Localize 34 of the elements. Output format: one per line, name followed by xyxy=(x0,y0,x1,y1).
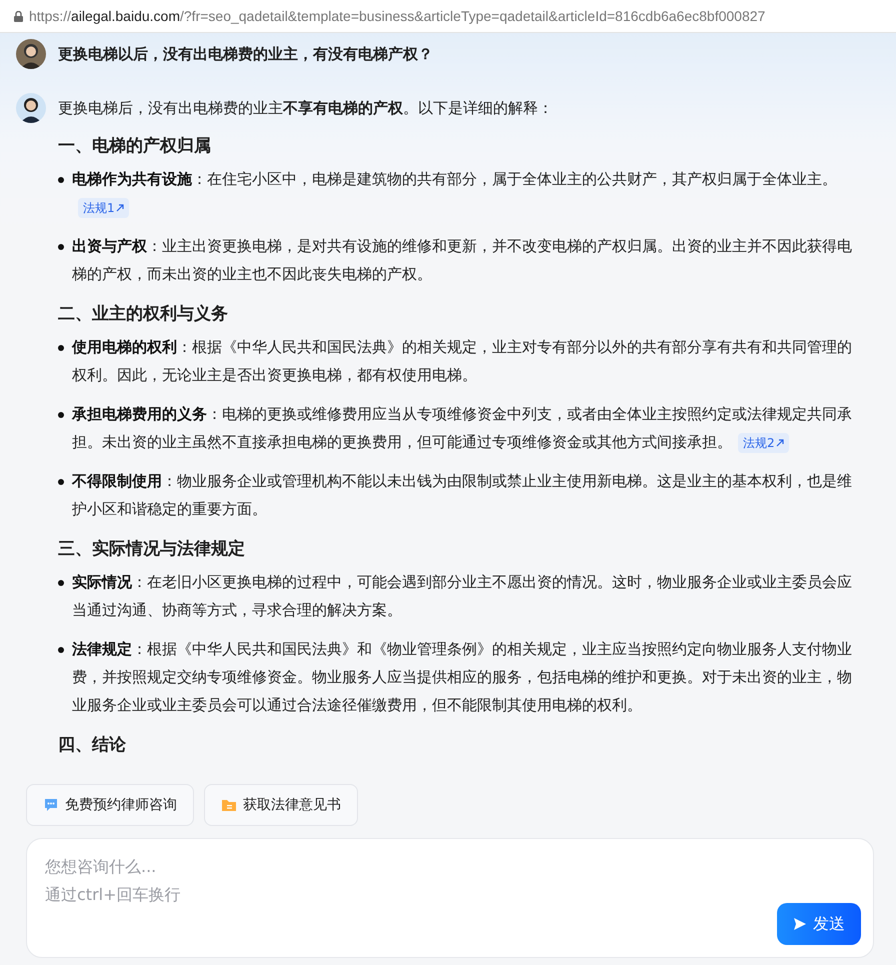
bullet-text: 电梯作为共有设施：在住宅小区中，电梯是建筑物的共有部分，属于全体业主的公共财产，其产权归属于全体业主。 法规1 xyxy=(72,165,866,221)
external-link-icon xyxy=(776,438,784,447)
send-button[interactable]: 发送 xyxy=(777,903,861,945)
user-avatar xyxy=(16,39,46,69)
bullet-text: 使用电梯的权利：根据《中华人民共和国民法典》的相关规定，业主对专有部分以外的共有部分享有共有和共同管理的权利。因此，无论业主是否出资更换电梯，都有权使用电梯。 xyxy=(72,337,853,386)
bullet-text: 承担电梯费用的义务：电梯的更换或维修费用应当从专项维修资金中列支，或者由全体业主按照约定或法律规定共同承担。未出资的业主虽然不直接承担电梯的更换费用，但可能通过专项维修资金或其他方式间接承担。 法规2 xyxy=(72,404,853,455)
bullet-text: 法律规定：根据《中华人民共和国民法典》和《物业管理条例》的相关规定，业主应当按照约定向物业服务人支付物业费，并按照规定交纳专项维修资金。物业服务人应当提供相应的服务，包括电梯的维护和更换。对于未出资的业主，物业服务企业或业主委员会可以通过合法途径催缴费用，但不能限制其使用电梯的权利。 xyxy=(72,639,853,716)
law-link[interactable]: 法规1 xyxy=(78,198,129,218)
opinion-button[interactable]: 获取法律意见书 xyxy=(204,784,358,826)
bullet-text: 出资与产权：业主出资更换电梯，是对共有设施的维修和更新，并不改变电梯的产权归属。出资的业主并不因此获得电梯的产权，而未出资的业主也不因此丧失电梯的产权。 xyxy=(72,236,853,285)
external-link-icon xyxy=(116,204,124,212)
bullet-text: 实际情况：在老旧小区更换电梯的过程中，可能会遇到部分业主不愿出资的情况。这时，物业服务企业或业主委员会应当通过沟通、协商等方式，寻求合理的解决方案。 xyxy=(72,572,853,621)
section-heading: 二、业主的权利与义务 xyxy=(58,303,229,326)
section-heading: 一、电梯的产权归属 xyxy=(58,135,212,158)
folder-icon xyxy=(221,797,237,813)
lock-icon xyxy=(14,10,23,22)
question-input[interactable]: 您想咨询什么... 通过ctrl+回车换行 发送 xyxy=(26,838,874,958)
send-icon xyxy=(793,917,807,931)
law-link[interactable]: 法规2 xyxy=(738,432,789,453)
bullet-text: 不得限制使用：物业服务企业或管理机构不能以未出钱为由限制或禁止业主使用新电梯。这是业主的基本权利，也是维护小区和谐稳定的重要方面。 xyxy=(72,471,853,520)
section-heading: 四、结论 xyxy=(58,734,127,757)
bullet-icon xyxy=(58,177,64,183)
bullet-icon xyxy=(58,580,64,586)
answer-intro: 更换电梯后，没有出电梯费的业主不享有电梯的产权。以下是详细的解释： xyxy=(58,98,554,119)
consult-button[interactable]: 免费预约律师咨询 xyxy=(26,784,194,826)
bullet-icon xyxy=(58,479,64,485)
bullet-icon xyxy=(58,244,64,250)
bullet-icon xyxy=(58,647,64,653)
question-text: 更换电梯以后，没有出电梯费的业主，有没有电梯产权？ xyxy=(58,44,433,65)
bullet-icon xyxy=(58,412,64,418)
bullet-icon xyxy=(58,345,64,351)
chat-bubble-icon xyxy=(43,797,59,813)
section-heading: 三、实际情况与法律规定 xyxy=(58,538,246,561)
assistant-avatar xyxy=(16,93,46,123)
